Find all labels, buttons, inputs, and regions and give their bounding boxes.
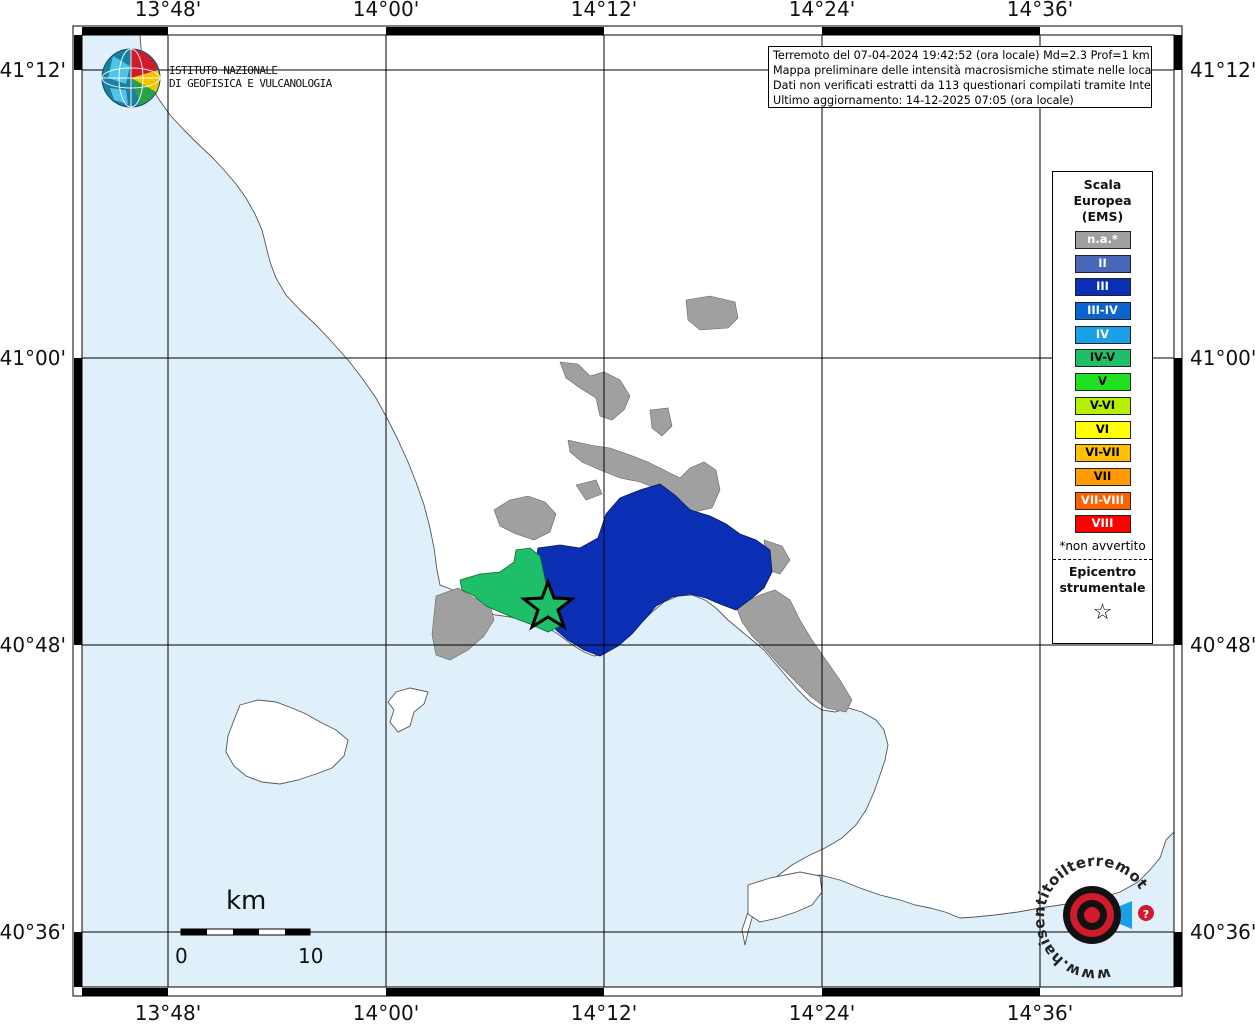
lon-label: 14°24' — [789, 0, 855, 21]
legend-items: n.a.* II III III-IV IV IV-V V V-VI VI VI-VII VII VI… — [1053, 231, 1152, 534]
lon-label: 14°24' — [789, 1001, 855, 1024]
legend-item: III — [1074, 278, 1131, 297]
legend-note: *non avvertito — [1059, 539, 1146, 554]
lon-labels-bottom: 13°48' 14°00' 14°12' 14°24' 14°36' — [135, 1001, 1073, 1024]
lat-label: 40°36' — [0, 920, 66, 944]
legend-item: IV-V — [1074, 349, 1131, 368]
lat-label: 41°12' — [0, 58, 66, 82]
legend-separator — [1053, 559, 1152, 561]
event-info-line: Dati non verificati estratti da 113 ques… — [773, 79, 1152, 92]
legend-item: IV — [1074, 325, 1131, 344]
logo-line: ISTITUTO NAZIONALE — [169, 64, 278, 77]
scale-bar — [180, 928, 311, 936]
legend-epicentre-line: Epicentro — [1068, 564, 1137, 580]
lat-labels-left: 41°12' 41°00' 40°48' 40°36' — [0, 58, 66, 944]
legend-item: VII-VIII — [1074, 491, 1131, 510]
legend-epicentre-label: Epicentro strumentale — [1053, 564, 1152, 596]
legend-item: VII — [1074, 467, 1131, 486]
legend-item: n.a.* — [1074, 231, 1131, 249]
legend-item: VI — [1074, 420, 1131, 439]
scale-max: 10 — [298, 944, 324, 968]
legend-epicentre-line: strumentale — [1059, 580, 1146, 596]
intensity-legend: Scala Europea (EMS) n.a.* II III III-IV IV IV… — [1052, 171, 1153, 644]
lat-label: 40°48' — [0, 633, 66, 657]
legend-title-line: Europea — [1073, 193, 1132, 208]
lat-labels-right: 41°12' 41°00' 40°48' 40°36' — [1190, 58, 1255, 944]
epicentre-star-icon: ☆ — [1092, 600, 1113, 626]
lat-label: 41°00' — [0, 346, 66, 370]
lon-label: 14°36' — [1007, 0, 1073, 21]
legend-item: V-VI — [1074, 396, 1131, 415]
ingv-logo-text: ISTITUTO NAZIONALE DI GEOFISICA E VULCAN… — [169, 64, 332, 90]
event-info-box: Terremoto del 07-04-2024 19:42:52 (ora l… — [768, 46, 1152, 108]
event-info-line: Ultimo aggiornamento: 14-12-2025 07:05 (… — [773, 94, 1074, 107]
ingv-globe-icon — [101, 48, 161, 108]
lat-label: 40°36' — [1190, 920, 1255, 944]
lon-label: 14°00' — [353, 1001, 419, 1024]
scale-min: 0 — [175, 944, 188, 968]
lon-label: 13°48' — [135, 1001, 201, 1024]
legend-item: III-IV — [1074, 302, 1131, 321]
legend-item: VI-VII — [1074, 444, 1131, 463]
svg-text:?: ? — [1143, 908, 1149, 921]
legend-item: II — [1074, 254, 1131, 273]
lon-label: 13°48' — [135, 0, 201, 21]
lon-label: 14°36' — [1007, 1001, 1073, 1024]
legend-item: V — [1074, 373, 1131, 392]
legend-item: VIII — [1074, 515, 1131, 534]
legend-title-line: (EMS) — [1081, 209, 1124, 224]
lon-labels-top: 13°48' 14°00' 14°12' 14°24' 14°36' — [135, 0, 1073, 21]
lat-label: 40°48' — [1190, 633, 1255, 657]
lon-label: 14°12' — [571, 0, 637, 21]
lon-label: 14°00' — [353, 0, 419, 21]
lat-label: 41°12' — [1190, 58, 1255, 82]
legend-title: Scala Europea (EMS) — [1053, 177, 1152, 225]
lat-label: 41°00' — [1190, 346, 1255, 370]
event-info-line: Terremoto del 07-04-2024 19:42:52 (ora l… — [773, 49, 1150, 62]
legend-title-line: Scala — [1083, 177, 1122, 192]
event-info-line: Mappa preliminare delle intensità macros… — [773, 64, 1152, 77]
lon-label: 14°12' — [571, 1001, 637, 1024]
logo-line: DI GEOFISICA E VULCANOLOGIA — [169, 77, 332, 90]
scale-unit: km — [226, 886, 267, 916]
